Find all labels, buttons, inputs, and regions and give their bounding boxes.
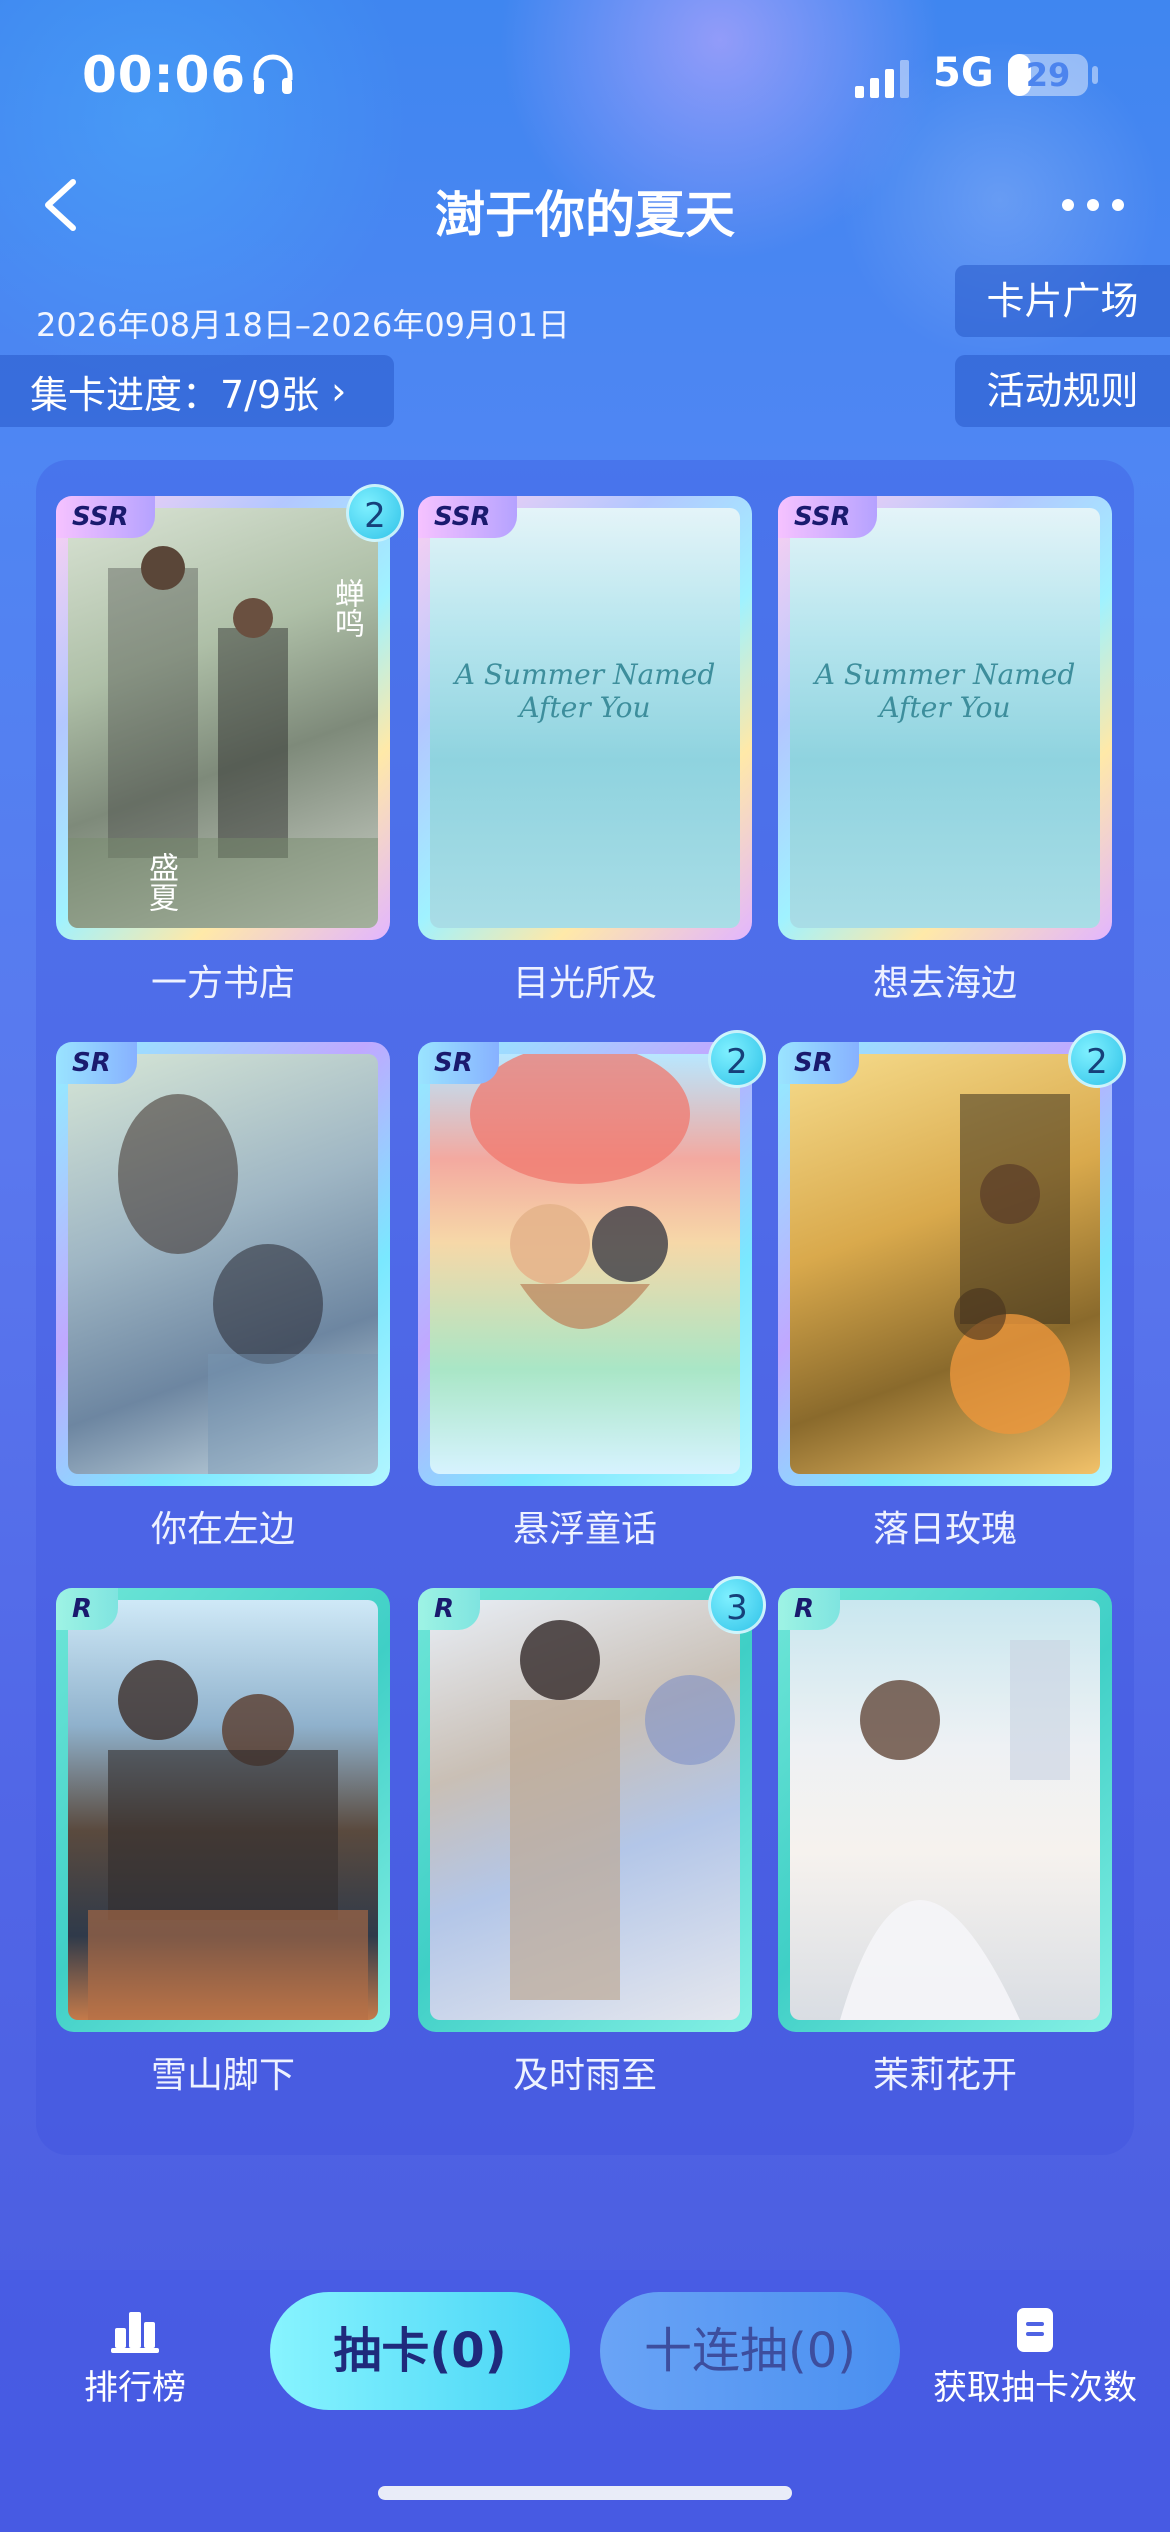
card-name: 想去海边 <box>872 963 1017 1004</box>
card-item[interactable]: 蝉鸣 盛夏 SSR 2 一方书店 <box>56 484 404 1006</box>
activity-rules-button[interactable]: 活动规则 <box>955 355 1170 427</box>
card-name: 及时雨至 <box>512 2055 657 2096</box>
card-name: 你在左边 <box>150 1509 295 1550</box>
draw-card-button[interactable]: 抽卡(0) <box>270 2292 570 2410</box>
bar-chart-icon <box>111 2312 159 2353</box>
rarity-tag: R <box>56 1588 119 1630</box>
signal-icon <box>855 60 909 98</box>
headphone-icon <box>253 54 293 94</box>
card-image-rain <box>430 1600 740 2020</box>
card-image-sea: A Summer Named After You <box>790 508 1100 928</box>
card-item[interactable]: R 3 及时雨至 <box>418 1576 766 2098</box>
rarity-tag: R <box>778 1588 841 1630</box>
card-item[interactable]: SR 2 落日玫瑰 <box>778 1030 1126 1552</box>
more-button[interactable] <box>1058 180 1128 230</box>
card-count-badge: 2 <box>1068 1030 1126 1088</box>
card-frame: SR <box>56 1042 390 1486</box>
card-image-balloon <box>430 1054 740 1474</box>
card-count-badge: 2 <box>708 1030 766 1088</box>
card-image-jasmine <box>790 1600 1100 2020</box>
card-art-text: 蝉鸣 <box>329 578 364 638</box>
collect-progress-label: 集卡进度：7/9张 <box>30 372 320 417</box>
status-time: 00:06 <box>82 46 247 104</box>
rarity-tag: SR <box>56 1042 137 1084</box>
card-image-sunset <box>790 1054 1100 1474</box>
battery-icon: 29 <box>1008 54 1088 96</box>
page-title: 澍于你的夏天 <box>435 186 735 244</box>
card-item[interactable]: SR 2 悬浮童话 <box>418 1030 766 1552</box>
rarity-tag: SR <box>418 1042 499 1084</box>
card-frame: 蝉鸣 盛夏 SSR 2 <box>56 484 404 940</box>
card-name: 雪山脚下 <box>150 2055 295 2096</box>
card-image-left <box>68 1054 378 1474</box>
card-count-badge: 3 <box>708 1576 766 1634</box>
card-grid-panel: 蝉鸣 盛夏 SSR 2 一方书店 A Summer Named After Yo… <box>36 460 1134 2155</box>
leaderboard-button[interactable]: 排行榜 <box>60 2306 210 2409</box>
get-draw-chances-label: 获取抽卡次数 <box>933 2368 1137 2408</box>
card-item[interactable]: R 雪山脚下 <box>56 1588 390 2098</box>
card-name: 悬浮童话 <box>512 1509 657 1550</box>
rarity-tag: SR <box>778 1042 859 1084</box>
leaderboard-label: 排行榜 <box>84 2368 186 2408</box>
rarity-tag: SSR <box>418 496 517 538</box>
network-type: 5G <box>933 50 994 96</box>
card-art-title: After You <box>519 691 651 724</box>
card-count-badge: 2 <box>346 484 404 542</box>
date-range: 2026年08月18日–2026年09月01日 <box>36 306 570 344</box>
card-name: 茉莉花开 <box>872 2055 1017 2096</box>
document-icon <box>1017 2308 1053 2352</box>
chevron-right-icon: › <box>331 369 347 413</box>
card-name: 目光所及 <box>512 963 657 1004</box>
rarity-tag: SSR <box>56 496 155 538</box>
card-item[interactable]: SR 你在左边 <box>56 1042 390 1552</box>
card-art-title: A Summer Named <box>454 658 716 691</box>
card-frame: SR 2 <box>418 1030 766 1486</box>
card-art-text: 盛夏 <box>143 852 178 912</box>
battery-tip <box>1092 66 1098 84</box>
card-name: 落日玫瑰 <box>872 1509 1017 1550</box>
card-item[interactable]: R 茉莉花开 <box>778 1588 1112 2098</box>
card-frame: R <box>778 1588 1112 2032</box>
card-frame: A Summer Named After You SSR <box>418 496 752 940</box>
home-indicator[interactable] <box>378 2486 792 2500</box>
ten-draw-button[interactable]: 十连抽(0) <box>600 2292 900 2410</box>
get-draw-chances-button[interactable]: 获取抽卡次数 <box>930 2306 1140 2409</box>
card-image-snow <box>68 1600 378 2020</box>
collect-progress-button[interactable]: 集卡进度：7/9张 › <box>0 355 394 427</box>
card-frame: R <box>56 1588 390 2032</box>
card-image-shop: 蝉鸣 盛夏 <box>68 508 378 928</box>
rarity-tag: SSR <box>778 496 877 538</box>
card-name: 一方书店 <box>150 963 295 1004</box>
card-art-title: After You <box>879 691 1011 724</box>
card-image-sea: A Summer Named After You <box>430 508 740 928</box>
card-art-title: A Summer Named <box>814 658 1076 691</box>
card-item[interactable]: A Summer Named After You SSR 目光所及 <box>418 496 752 1006</box>
rarity-tag: R <box>418 1588 481 1630</box>
status-bar: 00:06 5G 29 <box>0 0 1170 150</box>
battery-percent: 29 <box>1025 56 1071 94</box>
card-frame: R 3 <box>418 1576 766 2032</box>
card-item[interactable]: A Summer Named After You SSR 想去海边 <box>778 496 1112 1006</box>
card-frame: SR 2 <box>778 1030 1126 1486</box>
card-square-button[interactable]: 卡片广场 <box>955 265 1170 337</box>
card-frame: A Summer Named After You SSR <box>778 496 1112 940</box>
